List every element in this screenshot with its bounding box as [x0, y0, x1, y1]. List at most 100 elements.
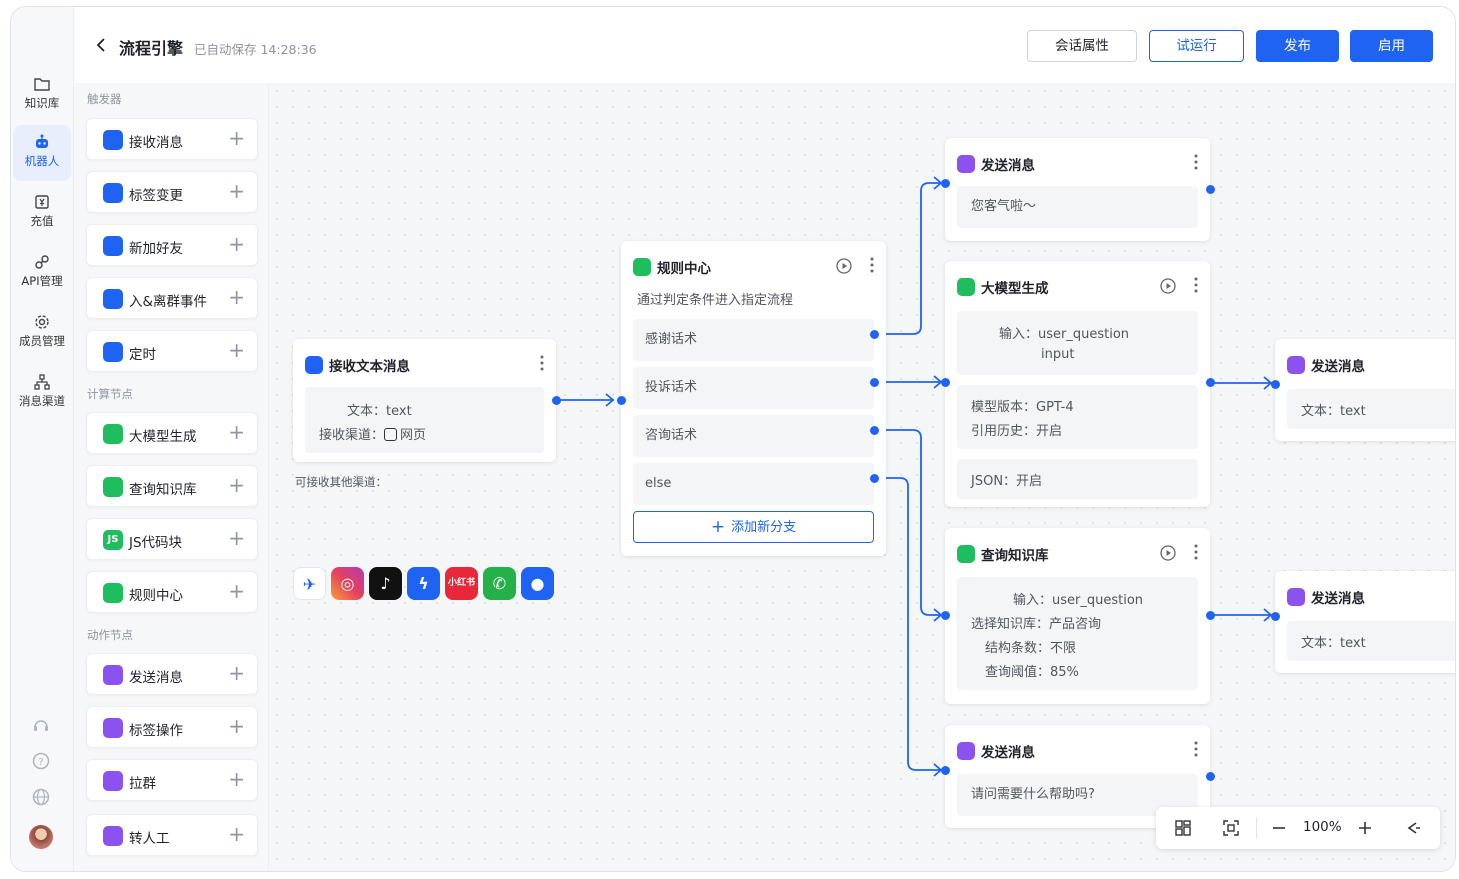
output-port[interactable] — [870, 378, 879, 387]
node-knowledge-query[interactable]: 查询知识库 输入：user_question 选择知识库：产品咨询 结构条数：不… — [941, 528, 1215, 704]
palette-item-llm[interactable]: 大模型生成 + — [86, 412, 258, 454]
zoom-in-icon[interactable] — [1356, 819, 1374, 837]
plus-icon[interactable]: + — [228, 769, 245, 789]
feishu-icon[interactable]: ✈ — [293, 567, 326, 600]
palette-item-transfer[interactable]: 转人工 + — [86, 814, 258, 856]
branch-consult[interactable]: 咨询话术 — [633, 415, 874, 457]
branch-else[interactable]: else — [633, 463, 874, 505]
rail-item-members[interactable]: 成员管理 — [13, 305, 71, 361]
fit-view-icon[interactable] — [1222, 819, 1240, 837]
zoom-out-icon[interactable] — [1270, 819, 1288, 837]
publish-button[interactable]: 发布 — [1256, 30, 1339, 62]
avatar[interactable] — [29, 825, 53, 849]
xiaohongshu-icon[interactable]: 小红书 — [445, 567, 478, 600]
output-port[interactable] — [1206, 611, 1215, 620]
play-icon[interactable] — [836, 258, 852, 274]
palette-item-group-event[interactable]: 入&离群事件 + — [86, 277, 258, 319]
plus-icon[interactable]: + — [228, 528, 245, 548]
plus-icon[interactable]: + — [228, 716, 245, 736]
gear-icon — [35, 315, 49, 329]
plus-icon[interactable]: + — [228, 340, 245, 360]
collapse-icon[interactable] — [1404, 819, 1422, 837]
input-port[interactable] — [1271, 380, 1280, 389]
instagram-icon[interactable]: ◎ — [331, 567, 364, 600]
palette-item-js[interactable]: JS JS代码块 + — [86, 518, 258, 560]
node-receive-text[interactable]: 接收文本消息 文本：text 接收渠道： 网页 — [293, 339, 561, 462]
whatsapp-icon[interactable]: ✆ — [483, 567, 516, 600]
node-llm[interactable]: 大模型生成 输入：user_question input 模型版本：GPT-4 … — [941, 261, 1215, 507]
more-icon[interactable] — [1194, 544, 1198, 560]
play-icon[interactable] — [1160, 278, 1176, 294]
help-icon[interactable]: ? — [31, 751, 51, 771]
input-port[interactable] — [941, 378, 950, 387]
input-port[interactable] — [941, 611, 950, 620]
plus-icon[interactable]: + — [228, 181, 245, 201]
globe-icon[interactable] — [31, 787, 51, 807]
tiktok-icon[interactable]: ♪ — [369, 567, 402, 600]
rail-item-api[interactable]: API管理 — [13, 245, 71, 301]
node-title: 大模型生成 — [981, 281, 1049, 297]
output-port[interactable] — [1206, 772, 1215, 781]
output-port[interactable] — [1206, 185, 1215, 194]
messenger-icon[interactable]: ϟ — [407, 567, 440, 600]
input-port[interactable] — [941, 766, 950, 775]
plus-icon[interactable]: + — [228, 581, 245, 601]
plus-icon[interactable]: + — [228, 475, 245, 495]
output-port[interactable] — [1206, 378, 1215, 387]
palette-item-kb[interactable]: 查询知识库 + — [86, 465, 258, 507]
palette-item-send[interactable]: 发送消息 + — [86, 653, 258, 695]
output-port[interactable] — [870, 474, 879, 483]
add-branch-button[interactable]: + 添加新分支 — [633, 511, 874, 543]
play-icon[interactable] — [1160, 545, 1176, 561]
node-send-message-3[interactable]: 发送消息 文本：text — [1271, 571, 1455, 673]
palette-item-tag-change[interactable]: 标签变更 + — [86, 171, 258, 213]
more-icon[interactable] — [540, 355, 544, 371]
plus-icon[interactable]: + — [228, 234, 245, 254]
message-icon[interactable]: ● — [521, 567, 554, 600]
input-port[interactable] — [1271, 612, 1280, 621]
plus-icon[interactable]: + — [228, 824, 245, 844]
palette-item-new-friend[interactable]: 新加好友 + — [86, 224, 258, 266]
palette-label: 标签操作 — [129, 723, 183, 739]
test-run-button[interactable]: 试运行 — [1149, 30, 1244, 62]
palette-item-tag-op[interactable]: 标签操作 + — [86, 706, 258, 748]
node-send-message-1[interactable]: 发送消息 您客气啦～ — [941, 138, 1215, 241]
rail-item-recharge[interactable]: 充值 — [13, 185, 71, 241]
branch-thanks[interactable]: 感谢话术 — [633, 319, 874, 361]
output-port[interactable] — [870, 426, 879, 435]
layout-grid-icon[interactable] — [1174, 819, 1192, 837]
flow-canvas[interactable]: 接收文本消息 文本：text 接收渠道： 网页 可接收其他渠道： ✈ ◎ ♪ ϟ … — [269, 83, 1455, 871]
more-icon[interactable] — [870, 257, 874, 273]
more-icon[interactable] — [1194, 277, 1198, 293]
output-port[interactable] — [870, 330, 879, 339]
headset-icon[interactable] — [31, 715, 51, 735]
rail-item-robot[interactable]: 机器人 — [13, 125, 71, 181]
json-box: JSON：开启 — [957, 459, 1198, 499]
rail-item-channels[interactable]: 消息渠道 — [13, 365, 71, 421]
left-rail: 知识库 机器人 充值 API管理 成员管理 消息渠道 ? — [11, 7, 74, 871]
enable-button[interactable]: 启用 — [1350, 30, 1433, 62]
back-arrow-icon[interactable] — [94, 37, 108, 53]
palette-label: 新加好友 — [129, 241, 183, 257]
palette-label: 转人工 — [129, 831, 170, 847]
node-send-message-2[interactable]: 发送消息 文本：text — [1271, 339, 1455, 441]
node-rule-center[interactable]: 规则中心 通过判定条件进入指定流程 感谢话术 投诉话术 咨询话术 else + 添… — [617, 241, 886, 556]
plus-icon[interactable]: + — [228, 422, 245, 442]
ai-icon — [957, 278, 975, 296]
palette-item-timer[interactable]: 定时 + — [86, 330, 258, 372]
more-icon[interactable] — [1194, 154, 1198, 170]
plus-icon[interactable]: + — [228, 663, 245, 683]
more-icon[interactable] — [1194, 741, 1198, 757]
input-port[interactable] — [941, 179, 950, 188]
output-port[interactable] — [552, 396, 561, 405]
plus-icon[interactable]: + — [228, 128, 245, 148]
session-props-button[interactable]: 会话属性 — [1027, 30, 1137, 62]
palette-item-pull-group[interactable]: 拉群 + — [86, 759, 258, 801]
palette-item-rule[interactable]: 规则中心 + — [86, 571, 258, 613]
palette-item-receive-message[interactable]: 接收消息 + — [86, 118, 258, 160]
branch-complaint[interactable]: 投诉话术 — [633, 367, 874, 409]
plus-icon[interactable]: + — [228, 287, 245, 307]
chat-icon — [103, 130, 123, 150]
input-port[interactable] — [617, 396, 626, 405]
rail-item-knowledge[interactable]: 知识库 — [13, 67, 71, 123]
